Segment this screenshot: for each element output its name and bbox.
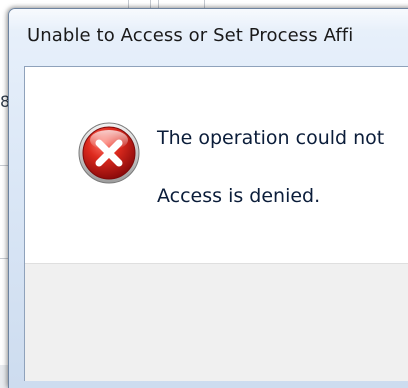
dialog-title[interactable]: Unable to Access or Set Process Affi: [27, 25, 353, 46]
dialog-client-area: The operation could not Access is denied…: [24, 66, 408, 381]
dialog-content: The operation could not Access is denied…: [25, 67, 408, 263]
dialog-button-bar: [25, 263, 408, 381]
error-message: The operation could not: [157, 127, 385, 149]
error-dialog: Unable to Access or Set Process Affi The…: [8, 8, 408, 388]
error-detail: Access is denied.: [157, 185, 321, 207]
error-icon: [78, 122, 140, 184]
